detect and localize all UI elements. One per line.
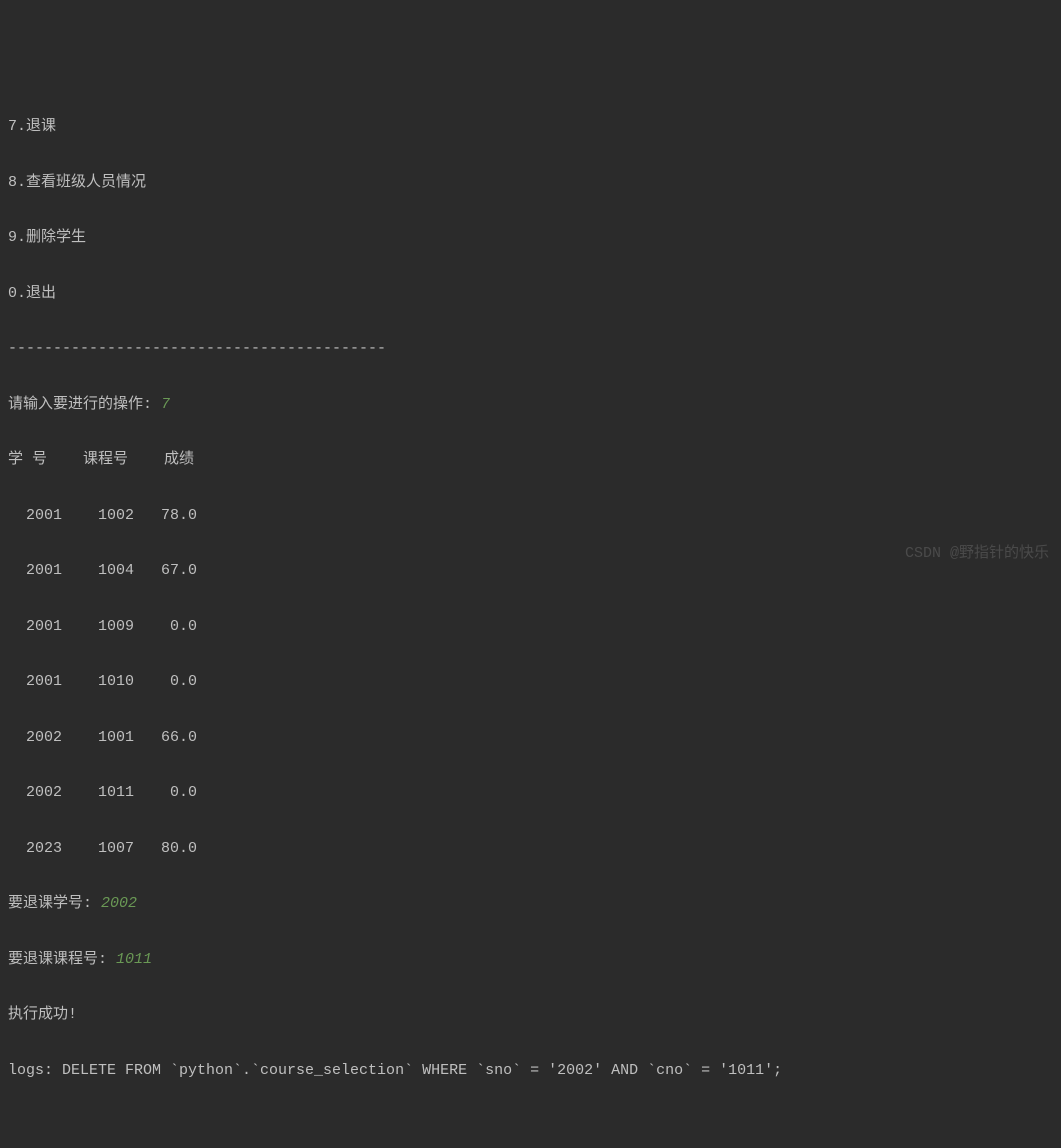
watermark: CSDN @野指针的快乐 [905, 540, 1049, 568]
prompt-drop-cno: 要退课课程号: 1011 [8, 946, 1053, 974]
operation-input[interactable]: 7 [161, 396, 170, 413]
menu-item-8: 8.查看班级人员情况 [8, 169, 1053, 197]
drop-cno-input[interactable]: 1011 [116, 951, 152, 968]
prompt-drop-sno: 要退课学号: 2002 [8, 890, 1053, 918]
menu-item-0: 0.退出 [8, 280, 1053, 308]
drop-sno-label: 要退课学号: [8, 895, 101, 912]
table-row: 2001 1010 0.0 [8, 668, 1053, 696]
table-row: 2023 1007 80.0 [8, 835, 1053, 863]
prompt-operation-label: 请输入要进行的操作: [8, 396, 161, 413]
separator: ----------------------------------------… [8, 335, 1053, 363]
table-row: 2001 1002 78.0 [8, 502, 1053, 530]
table-row: 2001 1004 67.0 [8, 557, 1053, 585]
prompt-operation: 请输入要进行的操作: 7 [8, 391, 1053, 419]
menu-item-9: 9.删除学生 [8, 224, 1053, 252]
table-row: 2001 1009 0.0 [8, 613, 1053, 641]
table-row: 2002 1001 66.0 [8, 724, 1053, 752]
menu-item-7: 7.退课 [8, 113, 1053, 141]
drop-sno-input[interactable]: 2002 [101, 895, 137, 912]
log-output: logs: DELETE FROM `python`.`course_selec… [8, 1057, 1053, 1085]
table-row: 2002 1011 0.0 [8, 779, 1053, 807]
success-message: 执行成功! [8, 1001, 1053, 1029]
drop-cno-label: 要退课课程号: [8, 951, 116, 968]
table-header: 学 号 课程号 成绩 [8, 446, 1053, 474]
